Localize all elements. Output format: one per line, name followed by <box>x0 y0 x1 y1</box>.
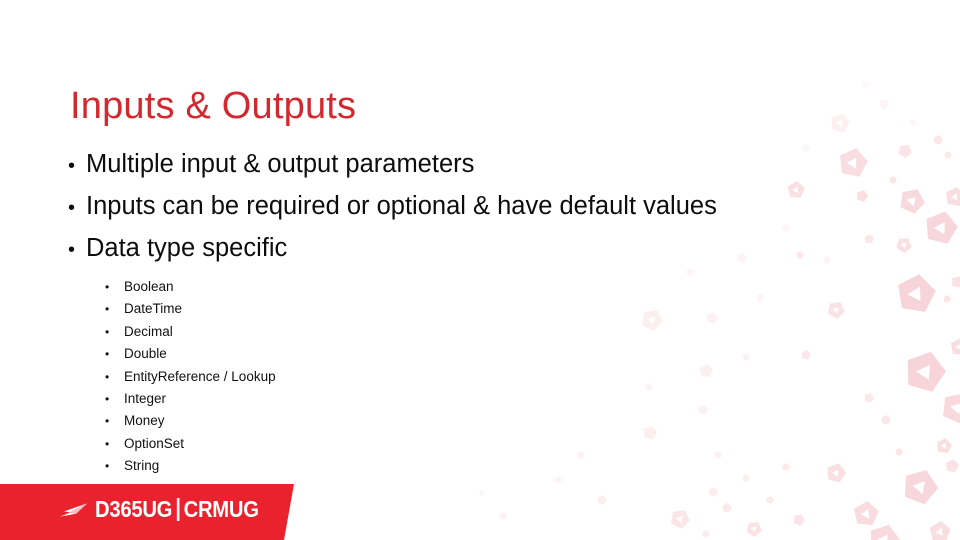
slide-body: • Multiple input & output parameters • I… <box>68 144 878 478</box>
sub-bullet-marker-icon: • <box>105 392 110 407</box>
list-item: • Money <box>105 410 878 432</box>
brand-logo: D365UG CRMUG <box>58 493 281 525</box>
data-type-label: Decimal <box>124 323 173 339</box>
bullet-marker-icon: • <box>68 155 76 177</box>
data-type-label: OptionSet <box>124 435 185 451</box>
data-type-label: Boolean <box>124 279 174 294</box>
bullet-item: • Data type specific <box>68 228 878 270</box>
brand-logo-primary: D365UG <box>95 495 173 522</box>
sub-bullet-marker-icon: • <box>105 324 110 339</box>
bullet-text: Inputs can be required or optional & hav… <box>86 192 717 220</box>
data-type-label: DateTime <box>124 301 183 317</box>
sub-bullet-marker-icon: • <box>105 459 110 474</box>
bullet-item: • Inputs can be required or optional & h… <box>68 186 878 228</box>
data-type-label: EntityReference / Lookup <box>124 368 276 384</box>
bullet-marker-icon: • <box>68 239 76 261</box>
sub-bullet-marker-icon: • <box>105 369 110 384</box>
sub-bullet-marker-icon: • <box>105 302 110 317</box>
bullet-text: Data type specific <box>86 234 288 262</box>
swoosh-arrow-icon <box>60 503 88 517</box>
data-type-label: String <box>124 458 160 474</box>
sub-bullet-marker-icon: • <box>105 436 110 451</box>
brand-logo-secondary: CRMUG <box>183 495 259 522</box>
brand-logo-text: D365UG CRMUG <box>95 496 259 523</box>
list-item: • DateTime <box>105 298 878 320</box>
brand-logo-divider <box>176 497 180 521</box>
data-type-label: Integer <box>124 391 167 407</box>
slide-canvas: Inputs & Outputs • Multiple input & outp… <box>0 0 960 540</box>
bullet-marker-icon: • <box>68 197 76 219</box>
list-item: • String <box>105 455 878 477</box>
sub-bullet-marker-icon: • <box>105 347 110 362</box>
data-type-label: Money <box>124 413 165 429</box>
list-item: • Double <box>105 343 878 365</box>
data-type-label: Double <box>124 346 167 362</box>
page-title: Inputs & Outputs <box>70 85 357 128</box>
data-type-list: • Boolean • DateTime • Decimal • Double … <box>105 276 878 478</box>
sub-bullet-marker-icon: • <box>105 414 110 429</box>
bullet-text: Multiple input & output parameters <box>86 150 475 178</box>
list-item: • Decimal <box>105 321 878 343</box>
bullet-item: • Multiple input & output parameters <box>68 144 878 186</box>
list-item: • Boolean <box>105 276 878 298</box>
list-item: • OptionSet <box>105 433 878 455</box>
list-item: • Integer <box>105 388 878 410</box>
list-item: • EntityReference / Lookup <box>105 366 878 388</box>
sub-bullet-marker-icon: • <box>105 280 110 294</box>
